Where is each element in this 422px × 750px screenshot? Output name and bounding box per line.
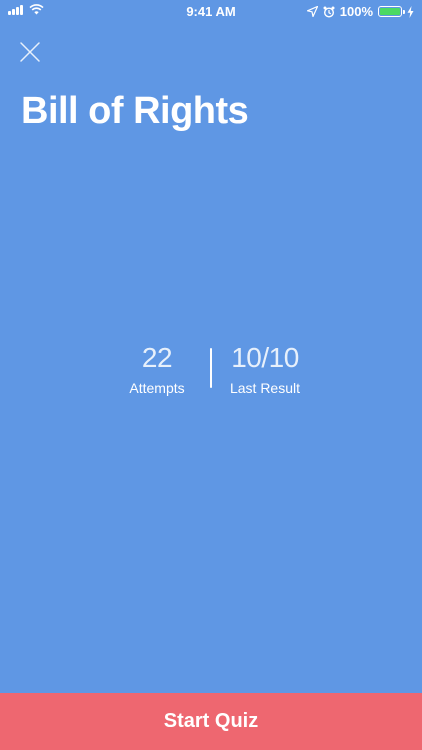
stat-attempts: 22 Attempts xyxy=(113,340,201,396)
attempts-value: 22 xyxy=(141,342,173,373)
page-title: Bill of Rights xyxy=(21,90,249,132)
location-arrow-icon xyxy=(306,6,318,17)
status-bar: 9:41 AM 100% xyxy=(0,0,422,22)
status-right: 100% xyxy=(306,4,414,19)
battery-percent: 100% xyxy=(339,4,373,19)
close-icon xyxy=(20,42,40,62)
last-result-value: 10/10 xyxy=(231,342,299,373)
stat-last-result: 10/10 Last Result xyxy=(222,340,308,396)
battery-fill xyxy=(380,8,400,15)
battery-icon xyxy=(378,6,405,17)
quiz-detail-screen: 9:41 AM 100% Bill of Rights 22 Attempts … xyxy=(0,0,422,750)
close-button[interactable] xyxy=(18,40,42,64)
quiz-stats: 22 Attempts 10/10 Last Result xyxy=(0,340,422,400)
charging-bolt-icon xyxy=(407,5,414,18)
last-result-label: Last Result xyxy=(229,380,301,396)
battery-tip xyxy=(403,10,405,14)
start-quiz-button[interactable]: Start Quiz xyxy=(0,693,422,750)
stats-divider xyxy=(210,348,212,388)
alarm-clock-icon xyxy=(323,6,335,18)
attempts-label: Attempts xyxy=(129,380,185,396)
